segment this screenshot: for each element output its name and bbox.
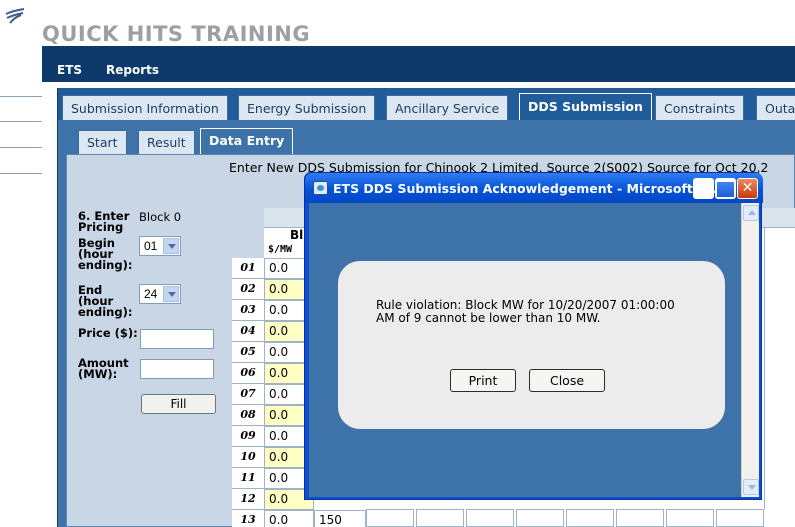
price-label: Price ($): xyxy=(78,326,138,340)
grid-corner xyxy=(232,208,264,258)
grid-cell[interactable] xyxy=(516,509,564,527)
price-input[interactable] xyxy=(140,329,214,349)
left-divider xyxy=(0,147,42,148)
end-hour-select[interactable]: 24 xyxy=(139,284,181,304)
nav-reports[interactable]: Reports xyxy=(106,63,159,77)
message-box: Rule violation: Block MW for 10/20/2007 … xyxy=(338,261,725,429)
price-cell[interactable]: 0.0 xyxy=(264,510,314,527)
hour-label: 04 xyxy=(232,321,264,342)
step-label: 6. Enter Pricing xyxy=(78,209,130,234)
tab-result[interactable]: Result xyxy=(138,130,195,154)
price-unit-header: $/MW xyxy=(268,244,293,255)
tab-outages[interactable]: Outa xyxy=(756,95,795,121)
tab-constraints[interactable]: Constraints xyxy=(655,95,745,121)
scroll-down-icon[interactable] xyxy=(743,479,759,495)
tab-ancillary-service[interactable]: Ancillary Service xyxy=(386,95,509,121)
grid-cell[interactable] xyxy=(616,509,664,527)
end-hour-value: 24 xyxy=(144,287,158,301)
tab-dds-submission[interactable]: DDS Submission xyxy=(519,93,652,121)
close-button[interactable]: Close xyxy=(529,369,605,392)
mw-cell[interactable]: 150 xyxy=(314,510,366,527)
close-window-button[interactable]: ✕ xyxy=(737,178,758,199)
dialog-message: Rule violation: Block MW for 10/20/2007 … xyxy=(376,298,675,325)
grid-cell[interactable] xyxy=(716,509,764,527)
minimize-button[interactable] xyxy=(693,178,714,199)
dialog-body: Rule violation: Block MW for 10/20/2007 … xyxy=(309,203,741,497)
block-column-header: Bl xyxy=(290,228,304,242)
begin-hour-value: 01 xyxy=(144,239,158,253)
grid-cell[interactable] xyxy=(416,509,464,527)
tab-start[interactable]: Start xyxy=(78,130,127,154)
grid-cell[interactable] xyxy=(666,509,714,527)
begin-hour-select[interactable]: 01 xyxy=(139,236,181,256)
end-label: End (hour ending): xyxy=(78,283,133,319)
hour-label: 01 xyxy=(232,258,264,279)
maximize-icon xyxy=(716,179,735,198)
grid-cell[interactable] xyxy=(566,509,614,527)
acknowledgement-dialog: ETS DDS Submission Acknowledgement - Mic… xyxy=(304,172,763,500)
sub-tab-bar: Start Result Data Entry xyxy=(66,128,795,154)
hour-label: 05 xyxy=(232,342,264,363)
begin-label: Begin (hour ending): xyxy=(78,236,133,272)
dialog-scrollbar[interactable] xyxy=(741,203,759,497)
maximize-button[interactable] xyxy=(715,178,736,199)
hour-label: 12 xyxy=(232,489,264,510)
dialog-title: ETS DDS Submission Acknowledgement - Mic… xyxy=(333,181,717,196)
tab-submission-information[interactable]: Submission Information xyxy=(62,95,228,121)
amount-label: Amount (MW): xyxy=(78,356,129,381)
brand-title: QUICK HITS TRAINING xyxy=(42,22,311,46)
fill-button[interactable]: Fill xyxy=(141,394,216,414)
hour-label: 03 xyxy=(232,300,264,321)
top-nav: ETS Reports xyxy=(42,46,795,82)
chevron-down-icon[interactable] xyxy=(163,238,179,254)
left-divider xyxy=(0,96,42,97)
amount-input[interactable] xyxy=(140,359,214,379)
hour-label: 11 xyxy=(232,468,264,489)
grid-right-column xyxy=(764,228,795,509)
grid-cell[interactable] xyxy=(466,509,514,527)
tab-data-entry[interactable]: Data Entry xyxy=(200,128,294,154)
hour-label: 08 xyxy=(232,405,264,426)
chevron-down-icon[interactable] xyxy=(163,286,179,302)
block-value: Block 0 xyxy=(139,210,182,224)
tab-energy-submission[interactable]: Energy Submission xyxy=(238,95,376,121)
scroll-up-icon[interactable] xyxy=(743,205,759,221)
nav-ets[interactable]: ETS xyxy=(57,63,82,77)
hour-label: 13 xyxy=(232,510,264,527)
ie-window-icon xyxy=(313,181,328,195)
left-divider xyxy=(0,173,42,174)
print-button[interactable]: Print xyxy=(450,369,516,392)
close-icon: ✕ xyxy=(741,180,754,196)
brand-header: QUICK HITS TRAINING xyxy=(0,0,795,46)
dialog-title-bar[interactable]: ETS DDS Submission Acknowledgement - Mic… xyxy=(305,173,763,203)
hour-label: 10 xyxy=(232,447,264,468)
hour-label: 06 xyxy=(232,363,264,384)
hour-label: 07 xyxy=(232,384,264,405)
main-tab-bar: Submission Information Energy Submission… xyxy=(57,88,795,121)
hour-label: 09 xyxy=(232,426,264,447)
left-divider xyxy=(0,121,42,122)
minimize-icon xyxy=(694,179,713,198)
grid-cell[interactable] xyxy=(366,509,414,527)
hour-label: 02 xyxy=(232,279,264,300)
swoosh-logo-icon xyxy=(5,8,25,24)
